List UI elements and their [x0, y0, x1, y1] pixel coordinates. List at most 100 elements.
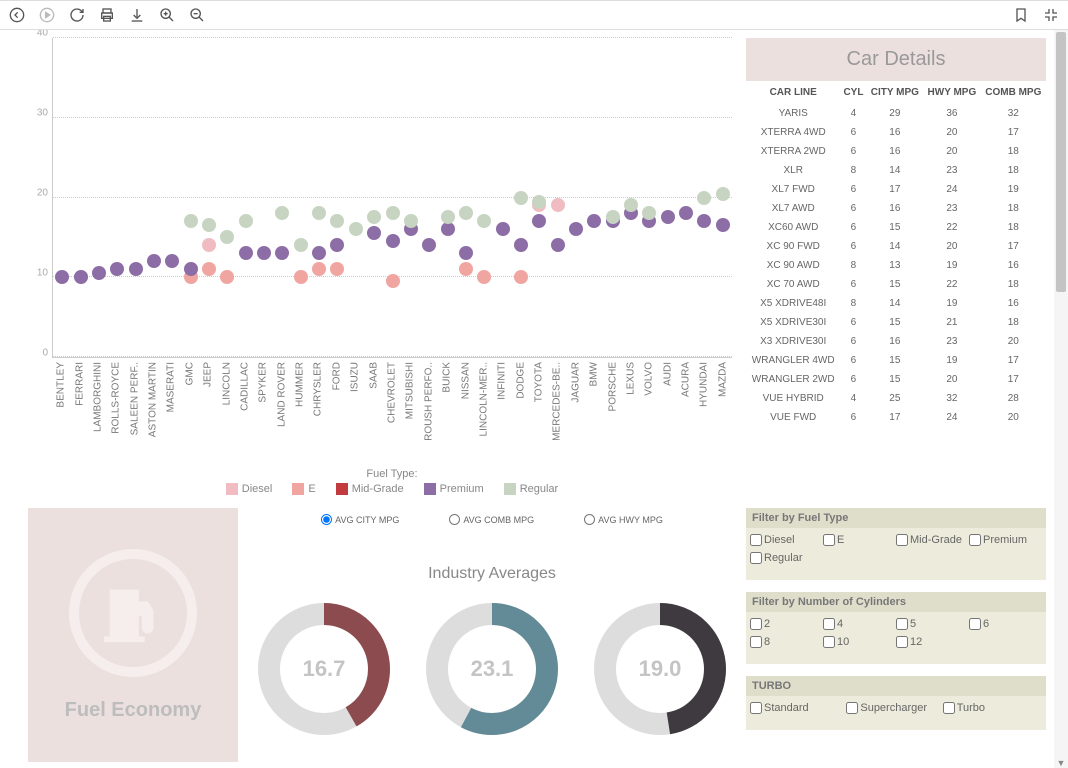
data-point[interactable] [257, 246, 271, 260]
table-header[interactable]: HWY MPG [923, 81, 980, 104]
data-point[interactable] [330, 214, 344, 228]
data-point[interactable] [330, 238, 344, 252]
data-point[interactable] [110, 262, 124, 276]
data-point[interactable] [697, 214, 711, 228]
filter-option[interactable]: 4 [823, 618, 896, 630]
data-point[interactable] [312, 246, 326, 260]
legend-item[interactable]: Premium [424, 483, 484, 495]
table-row[interactable]: YARIS4293632 [746, 104, 1046, 123]
data-point[interactable] [551, 238, 565, 252]
data-point[interactable] [275, 246, 289, 260]
data-point[interactable] [716, 187, 730, 201]
bookmark-icon[interactable] [1012, 6, 1030, 24]
print-icon[interactable] [98, 6, 116, 24]
table-row[interactable]: XC 90 FWD6142017 [746, 237, 1046, 256]
avg-radio[interactable]: AVG HWY MPG [584, 514, 663, 525]
data-point[interactable] [441, 210, 455, 224]
data-point[interactable] [202, 262, 216, 276]
data-point[interactable] [422, 238, 436, 252]
filter-option[interactable]: Premium [969, 534, 1042, 546]
table-header[interactable]: CAR LINE [746, 81, 840, 104]
data-point[interactable] [294, 270, 308, 284]
data-point[interactable] [679, 206, 693, 220]
refresh-icon[interactable] [68, 6, 86, 24]
table-row[interactable]: XLR8142318 [746, 161, 1046, 180]
data-point[interactable] [624, 198, 638, 212]
data-point[interactable] [459, 262, 473, 276]
table-row[interactable]: XC 90 AWD8131916 [746, 256, 1046, 275]
data-point[interactable] [697, 191, 711, 205]
table-row[interactable]: XL7 AWD6162318 [746, 199, 1046, 218]
data-point[interactable] [514, 238, 528, 252]
data-point[interactable] [477, 270, 491, 284]
data-point[interactable] [202, 218, 216, 232]
scrollbar-thumb[interactable] [1056, 32, 1066, 292]
table-header[interactable]: CITY MPG [867, 81, 924, 104]
legend-item[interactable]: Mid-Grade [336, 483, 404, 495]
data-point[interactable] [404, 214, 418, 228]
download-icon[interactable] [128, 6, 146, 24]
filter-option[interactable]: E [823, 534, 896, 546]
table-row[interactable]: X3 XDRIVE30I6162320 [746, 332, 1046, 351]
data-point[interactable] [367, 226, 381, 240]
data-point[interactable] [294, 238, 308, 252]
filter-option[interactable]: 6 [969, 618, 1042, 630]
data-point[interactable] [202, 238, 216, 252]
table-row[interactable]: X5 XDRIVE48I8141916 [746, 294, 1046, 313]
data-point[interactable] [275, 206, 289, 220]
table-row[interactable]: XL7 FWD6172419 [746, 180, 1046, 199]
data-point[interactable] [514, 191, 528, 205]
data-point[interactable] [55, 270, 69, 284]
data-point[interactable] [386, 234, 400, 248]
data-point[interactable] [147, 254, 161, 268]
data-point[interactable] [239, 214, 253, 228]
data-point[interactable] [129, 262, 143, 276]
filter-option[interactable]: Standard [750, 702, 846, 714]
data-point[interactable] [441, 222, 455, 236]
legend-item[interactable]: E [292, 483, 315, 495]
table-header[interactable]: CYL [840, 81, 866, 104]
legend-item[interactable]: Regular [504, 483, 559, 495]
data-point[interactable] [551, 198, 565, 212]
filter-option[interactable]: Regular [750, 552, 823, 564]
zoom-in-icon[interactable] [158, 6, 176, 24]
filter-option[interactable]: 5 [896, 618, 969, 630]
filter-option[interactable]: Turbo [943, 702, 1039, 714]
data-point[interactable] [312, 206, 326, 220]
data-point[interactable] [239, 246, 253, 260]
data-point[interactable] [606, 210, 620, 224]
data-point[interactable] [477, 214, 491, 228]
data-point[interactable] [459, 206, 473, 220]
zoom-out-icon[interactable] [188, 6, 206, 24]
filter-option[interactable]: 10 [823, 636, 896, 648]
filter-option[interactable]: 8 [750, 636, 823, 648]
filter-option[interactable]: 2 [750, 618, 823, 630]
data-point[interactable] [367, 210, 381, 224]
avg-radio[interactable]: AVG COMB MPG [449, 514, 534, 525]
filter-option[interactable]: Mid-Grade [896, 534, 969, 546]
table-row[interactable]: XTERRA 2WD6162018 [746, 142, 1046, 161]
filter-option[interactable]: 12 [896, 636, 969, 648]
data-point[interactable] [184, 262, 198, 276]
table-row[interactable]: WRANGLER 2WD6152017 [746, 370, 1046, 389]
data-point[interactable] [312, 262, 326, 276]
legend-item[interactable]: Diesel [226, 483, 273, 495]
table-header[interactable]: COMB MPG [981, 81, 1046, 104]
data-point[interactable] [330, 262, 344, 276]
data-point[interactable] [386, 206, 400, 220]
data-point[interactable] [514, 270, 528, 284]
data-point[interactable] [587, 214, 601, 228]
data-point[interactable] [532, 214, 546, 228]
data-point[interactable] [569, 222, 583, 236]
data-point[interactable] [386, 274, 400, 288]
table-row[interactable]: WRANGLER 4WD6151917 [746, 351, 1046, 370]
data-point[interactable] [184, 214, 198, 228]
table-row[interactable]: VUE FWD6172420 [746, 408, 1046, 427]
data-point[interactable] [716, 218, 730, 232]
data-point[interactable] [459, 246, 473, 260]
data-point[interactable] [74, 270, 88, 284]
scrollbar-track[interactable]: ▲ ▼ [1054, 30, 1068, 768]
back-icon[interactable] [8, 6, 26, 24]
data-point[interactable] [92, 266, 106, 280]
table-row[interactable]: XC60 AWD6152218 [746, 218, 1046, 237]
